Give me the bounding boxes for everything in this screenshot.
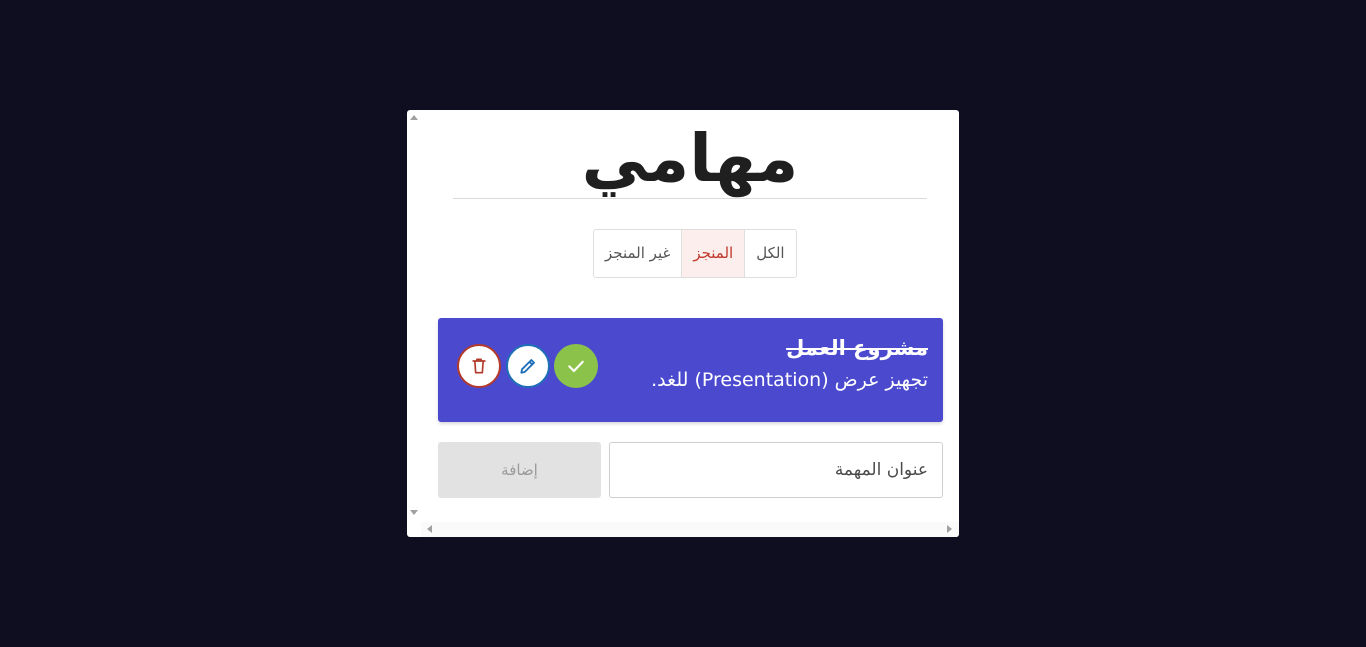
add-task-button[interactable]: إضافة [438,442,601,498]
trash-icon [472,358,486,374]
task-description: تجهيز عرض (Presentation) للغد. [651,369,928,391]
horizontal-scrollbar[interactable] [421,522,959,537]
todo-card: مهامي الكل المنجز غير المنجز مشروع العمل… [407,110,959,537]
complete-task-button[interactable] [554,344,598,388]
scroll-up-arrow-icon[interactable] [410,115,418,120]
check-icon [568,360,584,373]
filter-tabs: الكل المنجز غير المنجز [593,229,797,278]
scroll-down-arrow-icon[interactable] [410,510,418,515]
task-title: مشروع العمل [786,336,928,360]
scroll-left-arrow-icon[interactable] [427,525,432,533]
title-divider [453,198,927,199]
pencil-icon [520,359,535,374]
delete-task-button[interactable] [457,344,501,388]
edit-task-button[interactable] [506,344,550,388]
filter-completed-tab[interactable]: المنجز [681,230,745,277]
scroll-right-arrow-icon[interactable] [947,525,952,533]
vertical-scrollbar[interactable] [407,110,421,522]
page-title: مهامي [581,120,799,197]
task-card: مشروع العمل تجهيز عرض (Presentation) للغ… [438,318,943,422]
filter-incomplete-tab[interactable]: غير المنجز [594,230,682,277]
task-title-input[interactable] [609,442,943,498]
filter-all-tab[interactable]: الكل [744,230,796,277]
